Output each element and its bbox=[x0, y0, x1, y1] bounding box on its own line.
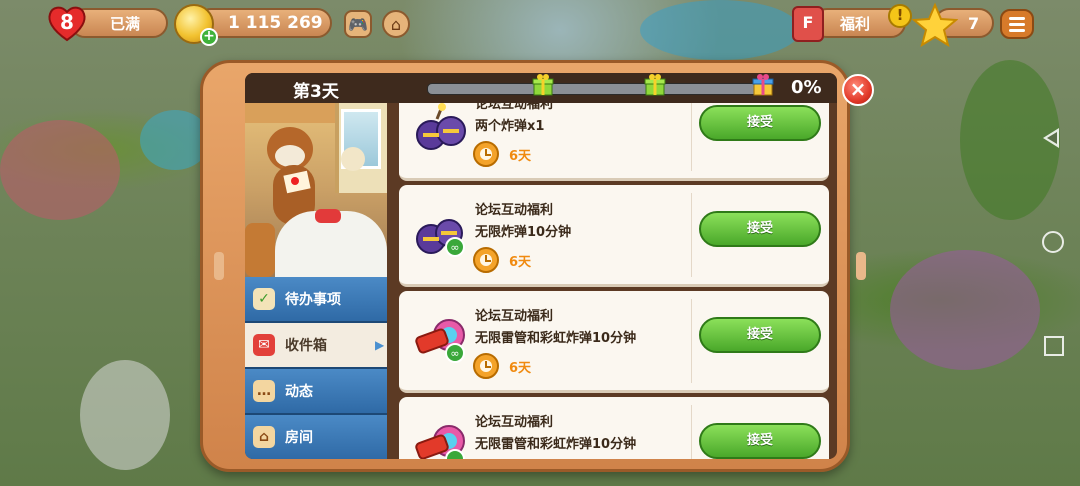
nav-item-label: 房间 bbox=[285, 430, 313, 446]
reward-card: ∞ 论坛互动福利 无限雷管和彩虹炸弹10分钟 6天 接受 bbox=[399, 291, 829, 393]
progress-bar bbox=[427, 83, 769, 95]
back-icon-inner bbox=[1047, 132, 1057, 144]
nav-item-news[interactable]: … 动态 bbox=[245, 369, 387, 415]
gift-icon[interactable] bbox=[643, 73, 667, 97]
reward-title: 论坛互动福利 bbox=[475, 103, 554, 112]
day-label: 第3天 bbox=[293, 82, 339, 102]
background-flowers-right bbox=[890, 250, 1040, 370]
reward-card: 论坛互动福利 无限雷管和彩虹炸弹10分钟 接受 bbox=[399, 397, 829, 459]
todo-icon: ✓ bbox=[253, 288, 275, 310]
welfare-label: 福利 bbox=[840, 14, 871, 33]
reward-card: ∞ 论坛互动福利 无限炸弹10分钟 6天 接受 bbox=[399, 185, 829, 287]
dog-illustration bbox=[245, 103, 387, 277]
reward-item: 两个炸弹x1 bbox=[475, 119, 545, 134]
stars-count: 7 bbox=[968, 13, 980, 33]
menu-icon[interactable] bbox=[1000, 9, 1034, 39]
reward-days: 6天 bbox=[509, 149, 532, 164]
active-arrow-icon: ▶ bbox=[375, 338, 385, 352]
gamepad-icon[interactable]: 🎮 bbox=[344, 10, 372, 38]
nav-item-room[interactable]: ⌂ 房间 bbox=[245, 415, 387, 459]
dialog-content: 第3天 0% ✓ 待办事项 ✉ 收件箱 ▶ … 动态 ⌂ 房间 论坛互动福利 两… bbox=[245, 73, 837, 459]
frame-right-handle bbox=[856, 252, 866, 280]
svg-text:∞: ∞ bbox=[450, 347, 459, 360]
rocket-rainbow-icon bbox=[411, 419, 471, 459]
nav-item-inbox[interactable]: ✉ 收件箱 ▶ bbox=[245, 323, 387, 369]
reward-title: 论坛互动福利 bbox=[475, 309, 554, 324]
accept-button[interactable]: 接受 bbox=[699, 211, 821, 247]
home-icon[interactable] bbox=[1042, 231, 1064, 253]
card-divider bbox=[691, 299, 692, 383]
bomb-infinite-icon: ∞ bbox=[411, 207, 471, 259]
progress-percent: 0% bbox=[791, 77, 822, 98]
card-divider bbox=[691, 103, 692, 171]
lives-count: 8 bbox=[60, 10, 74, 34]
accept-button[interactable]: 接受 bbox=[699, 105, 821, 141]
alert-icon: ! bbox=[888, 4, 912, 28]
house-icon[interactable]: ⌂ bbox=[382, 10, 410, 38]
news-icon: … bbox=[253, 380, 275, 402]
add-coins-icon[interactable]: + bbox=[200, 28, 218, 46]
clock-icon bbox=[473, 353, 499, 379]
nav-item-label: 动态 bbox=[285, 384, 313, 400]
background-flowers-left bbox=[0, 120, 120, 220]
nav-item-todo[interactable]: ✓ 待办事项 bbox=[245, 277, 387, 323]
reward-days: 6天 bbox=[509, 255, 532, 270]
reward-card: 论坛互动福利 两个炸弹x1 6天 接受 bbox=[399, 103, 829, 181]
reward-list[interactable]: 论坛互动福利 两个炸弹x1 6天 接受 ∞ 论坛互动福利 无限炸弹10分钟 6天… bbox=[393, 103, 831, 459]
coins-count: 1 115 269 bbox=[228, 13, 323, 33]
accept-button[interactable]: 接受 bbox=[699, 423, 821, 459]
close-icon[interactable]: × bbox=[842, 74, 874, 106]
background-statue-left bbox=[80, 360, 170, 470]
heart-icon[interactable]: 8 bbox=[46, 3, 88, 43]
welfare-icon[interactable]: F bbox=[792, 6, 824, 42]
reward-days: 6天 bbox=[509, 361, 532, 376]
reward-title: 论坛互动福利 bbox=[475, 203, 554, 218]
reward-item: 无限雷管和彩虹炸弹10分钟 bbox=[475, 437, 637, 452]
svg-text:∞: ∞ bbox=[450, 241, 459, 254]
star-icon bbox=[911, 2, 959, 48]
room-icon: ⌂ bbox=[253, 426, 275, 448]
clock-icon bbox=[473, 247, 499, 273]
sidebar-nav: ✓ 待办事项 ✉ 收件箱 ▶ … 动态 ⌂ 房间 bbox=[245, 277, 387, 459]
gift-icon[interactable] bbox=[531, 73, 555, 97]
reward-item: 无限雷管和彩虹炸弹10分钟 bbox=[475, 331, 637, 346]
reward-title: 论坛互动福利 bbox=[475, 415, 554, 430]
nav-item-label: 收件箱 bbox=[285, 338, 327, 354]
recent-apps-icon[interactable] bbox=[1044, 336, 1064, 356]
card-divider bbox=[691, 193, 692, 277]
rocket-rainbow-icon: ∞ bbox=[411, 313, 471, 365]
bomb-icon bbox=[411, 103, 471, 153]
nav-item-label: 待办事项 bbox=[285, 292, 341, 308]
lives-status: 已满 bbox=[110, 14, 141, 33]
clock-icon bbox=[473, 141, 499, 167]
big-gift-icon[interactable] bbox=[751, 73, 775, 97]
card-divider bbox=[691, 405, 692, 459]
background-pond bbox=[640, 0, 800, 60]
accept-button[interactable]: 接受 bbox=[699, 317, 821, 353]
dialog-header: 第3天 0% bbox=[245, 73, 837, 103]
inbox-icon: ✉ bbox=[253, 334, 275, 356]
reward-item: 无限炸弹10分钟 bbox=[475, 225, 572, 240]
frame-left-handle bbox=[214, 252, 224, 280]
